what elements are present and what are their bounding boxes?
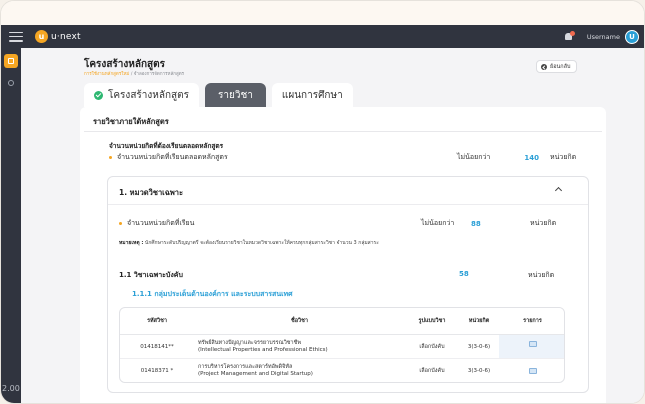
course-credits: 3(3-0-6) <box>467 368 491 374</box>
courses-table: รหัสวิชา ชื่อวิชา รูปแบบวิชา หน่วยกิต รา… <box>119 307 565 383</box>
table-header: รหัสวิชา ชื่อวิชา รูปแบบวิชา หน่วยกิต รา… <box>120 308 564 335</box>
tab-curriculum-structure[interactable]: โครงสร้างหลักสูตร <box>84 83 200 107</box>
tab-label: รายวิชา <box>218 89 253 101</box>
total-credits-row: จำนวนหน่วยกิตที่เรียนตลอดหลักสูตร ไม่น้อ… <box>109 152 589 163</box>
note-label: หมายเหตุ : <box>119 240 144 246</box>
logo-mark: u <box>35 30 48 43</box>
app-logo[interactable]: u u·next <box>35 30 81 43</box>
course-credits: 3(3-0-6) <box>467 343 491 350</box>
avatar[interactable]: U <box>625 29 639 44</box>
table-row: 01418141** ทรัพย์สินทางปัญญาและจรรยาบรรณ… <box>120 335 564 359</box>
section-heading: รายวิชาภายใต้หลักสูตร <box>93 117 169 126</box>
course-name: ทรัพย์สินทางปัญญาและจรรยาบรรณวิชาชีพ (In… <box>194 340 405 354</box>
category-title: 1. หมวดวิชาเฉพาะ <box>119 188 184 197</box>
course-type: เลือกบังคับ <box>419 368 445 374</box>
breadcrumb-link[interactable]: การใช้งานหลักสูตรใหม่ <box>84 72 129 77</box>
sidebar-item-settings[interactable] <box>4 76 18 90</box>
notification-bell-icon[interactable] <box>564 31 575 42</box>
total-credits-heading: จำนวนหน่วยกิตที่ต้องเรียนตลอดหลักสูตร <box>109 142 224 150</box>
category-note: หมายเหตุ : นักศึกษาระดับปริญญาตรี จะต้อง… <box>119 239 379 247</box>
category-credits-qualifier: ไม่น้อยกว่า <box>421 219 455 227</box>
check-circle-icon <box>94 90 103 100</box>
sidebar: 2.00 <box>1 48 21 403</box>
sidebar-number: 2.00 <box>2 384 20 393</box>
breadcrumb: การใช้งานหลักสูตรใหม่ / จำลองการจัดการหล… <box>84 70 184 77</box>
header-course-type: รูปแบบวิชา <box>418 318 446 324</box>
app-window: u u·next Username U 2.00 โครงสร้างหลักสู… <box>0 0 645 404</box>
breadcrumb-current: จำลองการจัดการหลักสูตร <box>133 72 185 77</box>
back-button-label: ย้อนกลับ <box>550 63 571 70</box>
course-details-cell <box>499 335 564 358</box>
category-credits-label: จำนวนหน่วยกิตที่เรียน <box>127 219 195 227</box>
grid-icon <box>8 58 14 64</box>
username-label[interactable]: Username <box>587 33 620 41</box>
total-credits-unit: หน่วยกิต <box>550 153 577 161</box>
note-text: นักศึกษาระดับปริญญาตรี จะต้องเรียนรายวิช… <box>144 240 379 246</box>
divider <box>84 131 602 132</box>
subcategory-credits-unit: หน่วยกิต <box>528 271 555 279</box>
breadcrumb-separator: / <box>130 72 133 77</box>
total-credits-value: 140 <box>524 153 539 162</box>
header-details: รายการ <box>499 308 564 334</box>
tab-courses[interactable]: รายวิชา <box>205 83 266 107</box>
header-course-name: ชื่อวิชา <box>291 317 308 324</box>
chevron-up-icon[interactable] <box>554 186 563 195</box>
category-credits-unit: หน่วยกิต <box>530 219 557 227</box>
tab-label: แผนการศึกษา <box>281 89 343 101</box>
header-course-code: รหัสวิชา <box>147 318 167 324</box>
course-name-th: การบริหารโครงการและสตาร์ทอัพดิจิทัล <box>198 364 293 371</box>
courses-panel: รายวิชาภายใต้หลักสูตร จำนวนหน่วยกิตที่ต้… <box>80 107 606 403</box>
divider <box>108 204 588 205</box>
document-icon[interactable] <box>528 340 537 347</box>
category-credits-row: จำนวนหน่วยกิตที่เรียน ไม่น้อยกว่า 88 หน่… <box>119 218 579 229</box>
settings-icon <box>8 80 14 86</box>
course-name-en: (Intellectual Properties and Professiona… <box>198 346 328 353</box>
course-name: การบริหารโครงการและสตาร์ทอัพดิจิทัล (Pro… <box>194 364 405 378</box>
tab-study-plan[interactable]: แผนการศึกษา <box>271 83 353 107</box>
document-icon[interactable] <box>528 368 537 374</box>
group-title[interactable]: 1.1.1 กลุ่มประเด็นด้านองค์การ และระบบสาร… <box>132 289 293 300</box>
tab-label: โครงสร้างหลักสูตร <box>108 89 190 101</box>
total-credits-label: จำนวนหน่วยกิตที่เรียนตลอดหลักสูตร <box>117 153 228 161</box>
subcategory-credits-value: 58 <box>459 270 469 278</box>
category-card: 1. หมวดวิชาเฉพาะ จำนวนหน่วยกิตที่เรียน ไ… <box>107 176 589 393</box>
arrow-left-icon <box>541 63 547 70</box>
course-name-th: ทรัพย์สินทางปัญญาและจรรยาบรรณวิชาชีพ <box>198 339 301 346</box>
course-name-en: (Project Management and Digital Startup) <box>198 371 313 377</box>
logo-text: u·next <box>51 31 81 42</box>
bullet-icon <box>109 156 112 159</box>
top-navbar: u u·next Username U <box>1 25 644 48</box>
main-content: โครงสร้างหลักสูตร การใช้งานหลักสูตรใหม่ … <box>21 48 644 403</box>
course-type: เลือกบังคับ <box>419 343 445 350</box>
course-details-cell <box>499 359 564 382</box>
window-top-band <box>1 1 644 25</box>
sidebar-item-curriculum[interactable] <box>4 54 18 68</box>
menu-icon[interactable] <box>9 31 23 42</box>
total-credits-qualifier: ไม่น้อยกว่า <box>457 153 491 161</box>
course-code: 01418371 * <box>140 368 174 374</box>
category-credits-value: 88 <box>471 219 481 228</box>
tab-bar: โครงสร้างหลักสูตร รายวิชา แผนการศึกษา <box>84 83 359 107</box>
table-row: 01418371 * การบริหารโครงการและสตาร์ทอัพด… <box>120 359 564 382</box>
back-button[interactable]: ย้อนกลับ <box>536 60 578 73</box>
subcategory-title: 1.1 วิชาเฉพาะบังคับ <box>119 271 183 279</box>
bullet-icon <box>119 222 122 225</box>
header-credits: หน่วยกิต <box>468 318 490 324</box>
course-code: 01418141** <box>140 343 174 350</box>
user-area: Username U <box>564 29 639 44</box>
